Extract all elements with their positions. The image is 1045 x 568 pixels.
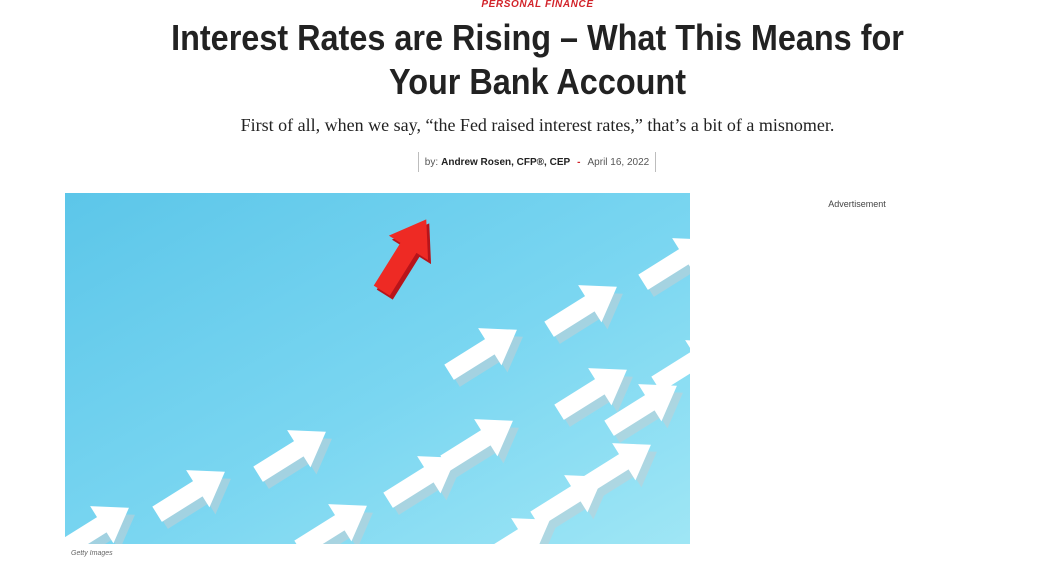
author-link[interactable]: Andrew Rosen, CFP®, CEP (441, 157, 570, 168)
article-dek: First of all, when we say, “the Fed rais… (240, 115, 835, 135)
image-credit: Getty Images (71, 550, 113, 557)
category-link[interactable]: PERSONAL FINANCE (0, 0, 1045, 10)
advertisement-label: Advertisement (828, 199, 886, 209)
hero-image (65, 193, 690, 544)
hero-arrows-illustration (65, 193, 690, 544)
byline-prefix: by: (424, 156, 439, 168)
publish-date: April 16, 2022 (587, 156, 650, 168)
byline: by: Andrew Rosen, CFP®, CEP - April 16, … (418, 152, 656, 172)
article-headline: Interest Rates are Rising – What This Me… (171, 17, 904, 102)
byline-separator: - (577, 156, 581, 168)
article-page: PERSONAL FINANCE Interest Rates are Risi… (0, 0, 1045, 568)
